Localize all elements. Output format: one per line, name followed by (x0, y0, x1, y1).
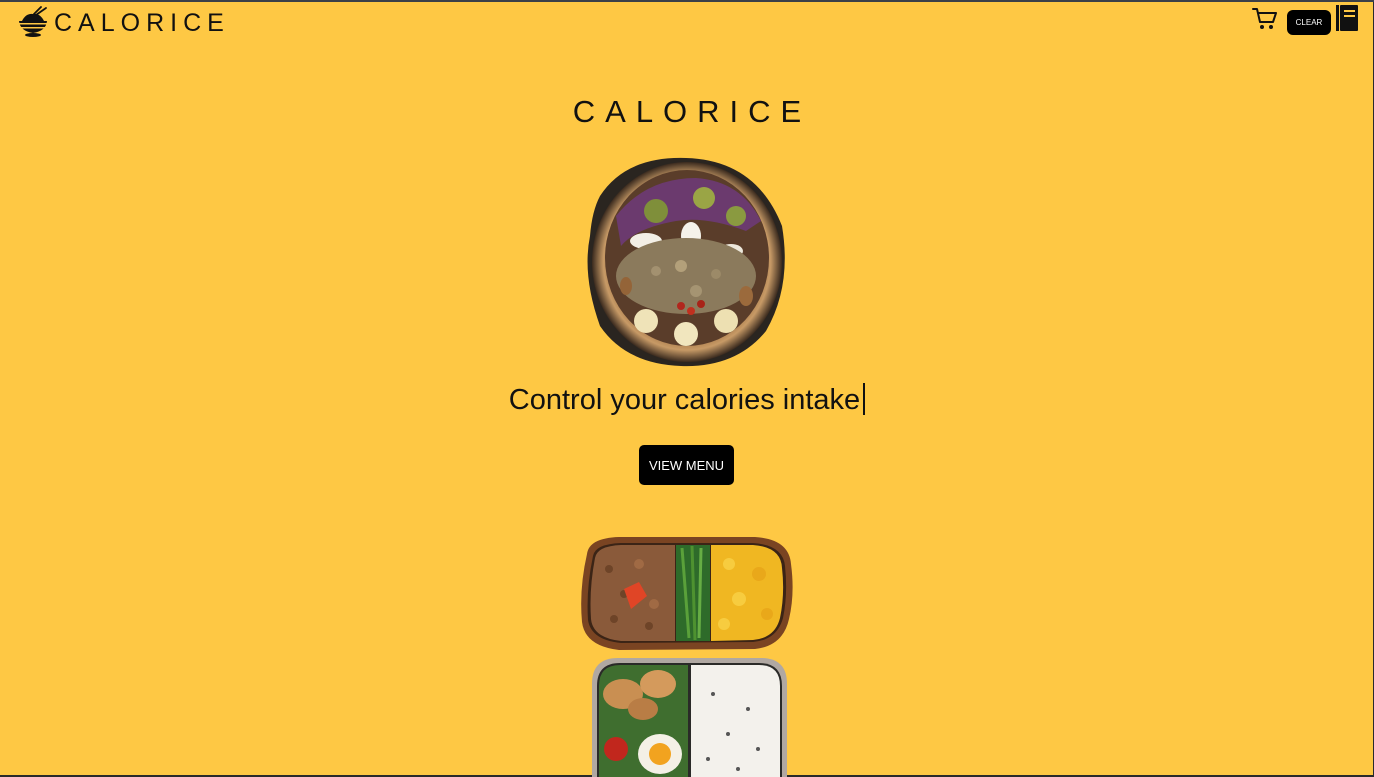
acai-bowl-image (587, 157, 785, 367)
logo-text: CALORICE (54, 8, 230, 37)
logo[interactable]: CALORICE (16, 6, 230, 38)
cart-button[interactable] (1252, 7, 1278, 31)
site-header: CALORICE CLEAR (0, 2, 1374, 42)
tagline: Control your calories intake (0, 383, 1374, 417)
clear-button[interactable]: CLEAR (1287, 10, 1331, 35)
view-menu-button[interactable]: VIEW MENU (639, 445, 734, 485)
rice-bowl-icon (18, 6, 48, 37)
tagline-text: Control your calories intake (508, 384, 861, 416)
bento-bottom-image (592, 658, 787, 777)
cart-icon (1252, 8, 1277, 29)
menu-book-button[interactable] (1335, 4, 1359, 32)
bento-top-image (581, 537, 793, 650)
menu-book-icon (1336, 5, 1358, 31)
hero-title: CALORICE (572, 94, 812, 129)
typing-caret (863, 383, 866, 415)
